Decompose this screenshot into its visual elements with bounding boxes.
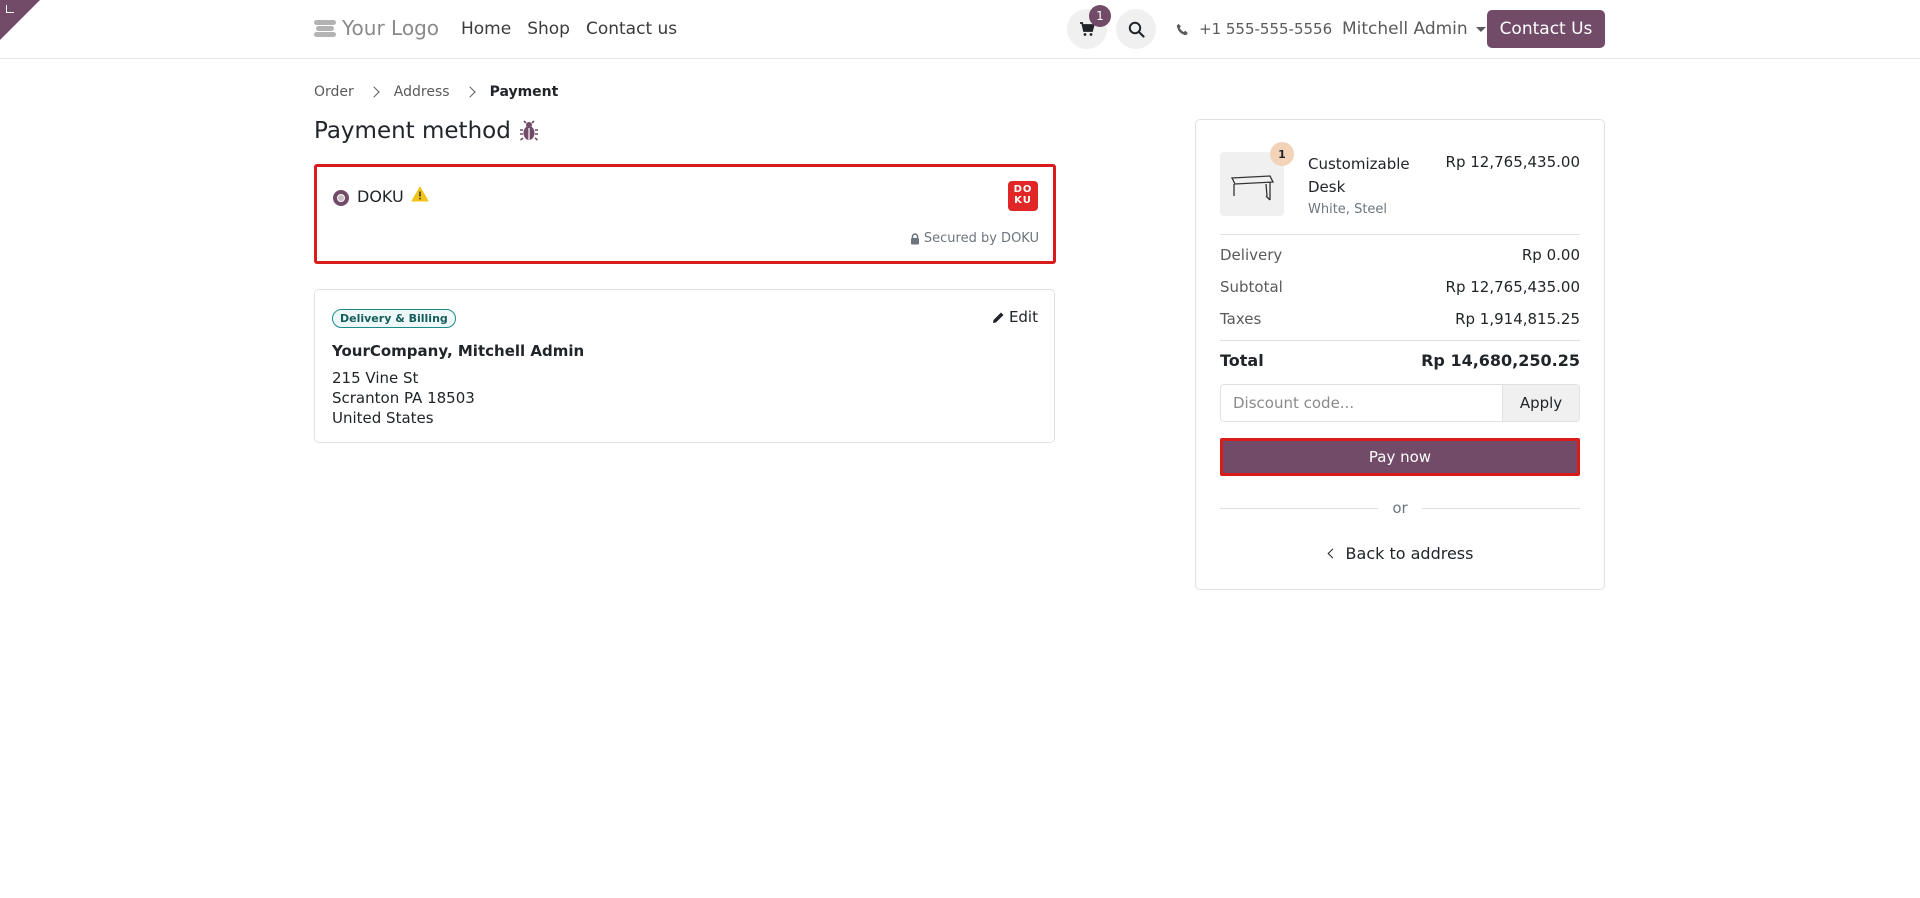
total-row: Total Rp 14,680,250.25 bbox=[1220, 351, 1580, 370]
total-label: Total bbox=[1220, 351, 1264, 370]
secured-text: Secured by DOKU bbox=[923, 231, 1039, 246]
breadcrumb-order[interactable]: Order bbox=[314, 84, 354, 100]
product-price: Rp 12,765,435.00 bbox=[1445, 153, 1580, 171]
chevron-right-icon bbox=[368, 86, 380, 98]
product-name[interactable]: Customizable Desk bbox=[1308, 153, 1428, 199]
delivery-value: Rp 0.00 bbox=[1521, 246, 1580, 264]
address-name: YourCompany, Mitchell Admin bbox=[332, 342, 585, 360]
address-line: 215 Vine St bbox=[332, 369, 419, 387]
doku-logo: DO KU bbox=[1008, 181, 1038, 211]
contact-us-button[interactable]: Contact Us bbox=[1487, 10, 1605, 48]
phone-icon bbox=[1176, 23, 1188, 35]
phone-number: +1 555-555-5556 bbox=[1199, 20, 1333, 38]
breadcrumb-address[interactable]: Address bbox=[394, 84, 450, 100]
chevron-left-icon bbox=[1327, 548, 1337, 559]
or-separator: or bbox=[1220, 499, 1581, 517]
back-label: Back to address bbox=[1345, 544, 1474, 563]
site-header: Your Logo Home Shop Contact us 1 +1 555-… bbox=[0, 0, 1920, 59]
apply-discount-button[interactable]: Apply bbox=[1502, 385, 1579, 421]
nav-shop[interactable]: Shop bbox=[527, 19, 570, 39]
breadcrumb-payment: Payment bbox=[489, 84, 559, 100]
chevron-right-icon bbox=[463, 86, 476, 98]
logo-text: Your Logo bbox=[342, 16, 440, 40]
total-value: Rp 14,680,250.25 bbox=[1421, 351, 1580, 370]
order-summary: 1 Customizable Desk White, Steel Rp 12,7… bbox=[1195, 119, 1605, 590]
taxes-label: Taxes bbox=[1220, 310, 1262, 328]
discount-group: Apply bbox=[1220, 384, 1580, 422]
site-logo[interactable]: Your Logo bbox=[314, 16, 439, 40]
nav-contact-us[interactable]: Contact us bbox=[586, 19, 677, 39]
secured-by-label: Secured by DOKU bbox=[910, 231, 1039, 246]
subtotal-row: Subtotal Rp 12,765,435.00 bbox=[1220, 278, 1580, 296]
nav-home[interactable]: Home bbox=[461, 19, 511, 39]
search-button[interactable] bbox=[1116, 9, 1156, 49]
separator-line bbox=[1220, 507, 1379, 509]
delivery-label: Delivery bbox=[1220, 246, 1283, 264]
taxes-row: Taxes Rp 1,914,815.25 bbox=[1220, 310, 1580, 328]
cart-button[interactable]: 1 bbox=[1067, 5, 1111, 49]
lock-icon bbox=[910, 232, 919, 244]
logo-icon bbox=[314, 19, 336, 37]
address-card: Delivery & Billing Edit YourCompany, Mit… bbox=[314, 289, 1055, 443]
checkout-breadcrumb: Order Address Payment bbox=[314, 84, 558, 100]
pencil-icon bbox=[992, 312, 1004, 323]
bug-icon[interactable] bbox=[519, 120, 539, 142]
address-line: United States bbox=[332, 409, 434, 427]
caret-down-icon bbox=[1475, 26, 1486, 32]
delivery-row: Delivery Rp 0.00 bbox=[1220, 246, 1580, 264]
cart-count-badge: 1 bbox=[1089, 5, 1111, 27]
subtotal-label: Subtotal bbox=[1220, 278, 1283, 296]
product-variant: White, Steel bbox=[1308, 202, 1388, 217]
search-icon bbox=[1128, 21, 1145, 38]
discount-code-input[interactable] bbox=[1221, 385, 1502, 421]
quantity-badge: 1 bbox=[1270, 142, 1294, 166]
edit-label: Edit bbox=[1008, 308, 1038, 326]
address-line: Scranton PA 18503 bbox=[332, 389, 475, 407]
subtotal-value: Rp 12,765,435.00 bbox=[1445, 278, 1580, 296]
taxes-value: Rp 1,914,815.25 bbox=[1455, 310, 1580, 328]
phone-link[interactable]: +1 555-555-5556 bbox=[1176, 20, 1332, 38]
divider bbox=[1220, 234, 1580, 235]
page-title: Payment method bbox=[314, 118, 539, 144]
payment-option-name: DOKU bbox=[357, 187, 404, 206]
page-title-text: Payment method bbox=[314, 118, 511, 144]
separator-line bbox=[1421, 507, 1581, 509]
divider bbox=[1220, 340, 1580, 341]
main-nav: Home Shop Contact us bbox=[461, 19, 677, 39]
user-name: Mitchell Admin bbox=[1342, 19, 1468, 39]
pay-now-button[interactable]: Pay now bbox=[1220, 438, 1580, 476]
delivery-billing-tag: Delivery & Billing bbox=[332, 309, 456, 328]
payment-option-doku[interactable]: DOKU DO KU Secured by DOKU bbox=[314, 164, 1056, 264]
corner-arrow-icon bbox=[6, 5, 14, 13]
edit-address-button[interactable]: Edit bbox=[992, 308, 1038, 326]
back-to-address-link[interactable]: Back to address bbox=[1196, 544, 1606, 563]
user-menu[interactable]: Mitchell Admin bbox=[1342, 19, 1486, 39]
or-label: or bbox=[1392, 499, 1408, 517]
warning-icon bbox=[411, 186, 429, 202]
payment-radio[interactable] bbox=[333, 190, 349, 206]
